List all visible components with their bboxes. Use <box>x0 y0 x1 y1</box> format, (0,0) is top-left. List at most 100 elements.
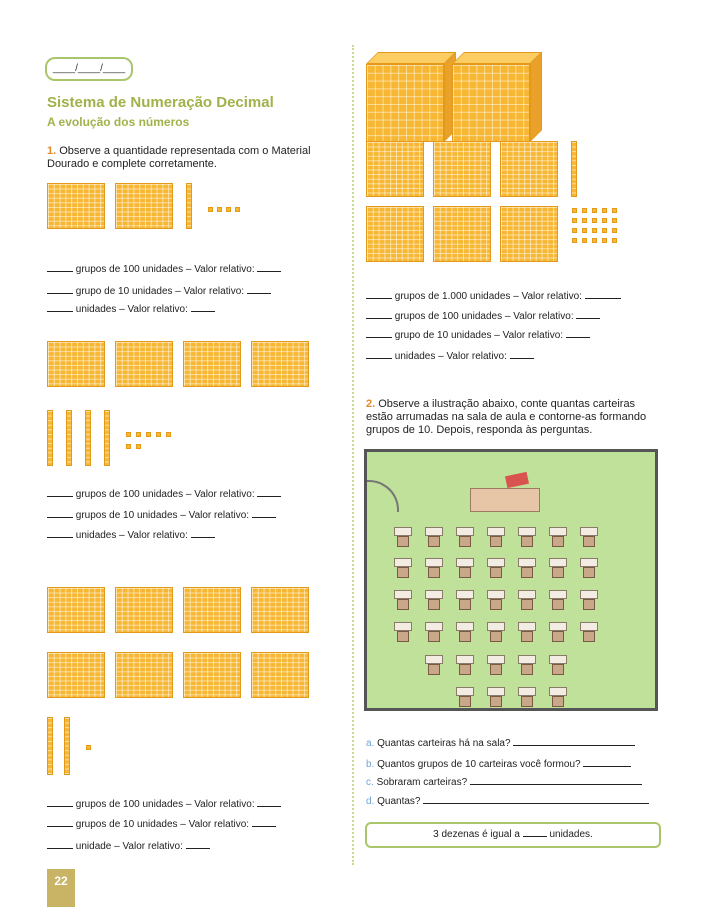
answer-blank[interactable] <box>190 528 215 538</box>
unit-cube <box>226 207 231 212</box>
unit-cube <box>235 207 240 212</box>
student-desk <box>394 558 412 578</box>
line-text: grupos de 1.000 unidades – Valor relativ… <box>394 291 582 302</box>
hundred-flat <box>366 206 424 262</box>
exercise1-text: Observe a quantidade representada com o … <box>47 145 311 170</box>
answer-blank[interactable] <box>47 508 73 518</box>
answer-blank[interactable] <box>366 349 392 359</box>
student-desk <box>549 655 567 675</box>
line-text: grupos de 10 unidades – Valor relativo: <box>75 819 250 830</box>
date-field[interactable]: ____/____/____ <box>45 57 133 81</box>
ten-rod <box>47 410 53 466</box>
answer-blank[interactable] <box>576 309 601 319</box>
answer-blank[interactable] <box>584 289 621 299</box>
student-desk <box>394 527 412 547</box>
answer-blank[interactable] <box>257 797 282 807</box>
group-d-line-4: unidades – Valor relativo: <box>366 349 534 362</box>
answer-blank[interactable] <box>246 284 271 294</box>
line-text: unidade – Valor relativo: <box>75 841 183 852</box>
answer-blank[interactable] <box>366 289 392 299</box>
group-a-line-1: grupos de 100 unidades – Valor relativo: <box>47 262 282 275</box>
student-desk <box>549 558 567 578</box>
ten-rod <box>66 410 72 466</box>
unit-cube <box>156 432 161 437</box>
student-desk <box>580 527 598 547</box>
hundred-flat <box>183 652 241 698</box>
hundred-flat <box>433 206 491 262</box>
answer-blank[interactable] <box>47 487 73 497</box>
question-a: a. Quantas carteiras há na sala? <box>366 736 636 749</box>
book-icon <box>504 471 530 489</box>
answer-blank[interactable] <box>185 839 210 849</box>
hundred-flat <box>500 141 558 197</box>
answer-blank[interactable] <box>257 262 282 272</box>
student-desk <box>425 590 443 610</box>
classroom-illustration <box>364 449 658 711</box>
answer-blank[interactable] <box>565 328 590 338</box>
group-c-line-1: grupos de 100 unidades – Valor relativo: <box>47 797 282 810</box>
student-desk <box>425 622 443 642</box>
line-text: grupos de 100 unidades – Valor relativo: <box>75 489 255 500</box>
unit-cube <box>126 432 131 437</box>
answer-blank[interactable] <box>583 757 632 767</box>
answer-blank[interactable] <box>423 794 650 804</box>
student-desk <box>394 590 412 610</box>
cube-top-face <box>452 52 542 64</box>
line-text: grupo de 10 unidades – Valor relativo: <box>75 286 245 297</box>
unit-cube <box>208 207 213 212</box>
unit-cube <box>217 207 222 212</box>
answer-blank[interactable] <box>257 487 282 497</box>
hundred-flat <box>251 652 309 698</box>
answer-blank[interactable] <box>47 284 73 294</box>
ten-rod <box>186 183 192 229</box>
column-divider <box>352 45 354 865</box>
answer-blank[interactable] <box>366 309 392 319</box>
student-desk <box>580 590 598 610</box>
student-desk <box>518 558 536 578</box>
student-desk <box>549 527 567 547</box>
answer-blank[interactable] <box>513 736 636 746</box>
hundred-flat <box>251 341 309 387</box>
question-d: d. Quantas? <box>366 794 650 807</box>
student-desk <box>518 622 536 642</box>
student-desk <box>487 558 505 578</box>
answer-blank[interactable] <box>47 528 73 538</box>
group-b-line-1: grupos de 100 unidades – Valor relativo: <box>47 487 282 500</box>
page-subtitle: A evolução dos números <box>47 115 190 129</box>
answer-blank[interactable] <box>522 827 547 837</box>
answer-blank[interactable] <box>509 349 534 359</box>
answer-blank[interactable] <box>366 328 392 338</box>
answer-blank[interactable] <box>47 302 73 312</box>
cube-side-face <box>530 52 542 142</box>
answer-blank[interactable] <box>47 839 73 849</box>
student-desk <box>456 622 474 642</box>
exercise1-number: 1. <box>47 145 57 157</box>
student-desk <box>518 687 536 707</box>
answer-blank[interactable] <box>47 797 73 807</box>
student-desk <box>456 655 474 675</box>
unit-cube <box>166 432 171 437</box>
answer-blank[interactable] <box>190 302 215 312</box>
answer-blank[interactable] <box>251 508 276 518</box>
hundred-flat <box>500 206 558 262</box>
student-desk <box>456 527 474 547</box>
group-d-line-2: grupos de 100 unidades – Valor relativo: <box>366 309 601 322</box>
student-desk <box>487 527 505 547</box>
student-desk <box>580 558 598 578</box>
answer-blank[interactable] <box>47 817 73 827</box>
group-a-line-2: grupo de 10 unidades – Valor relativo: <box>47 284 271 297</box>
ten-rod <box>85 410 91 466</box>
student-desk <box>549 687 567 707</box>
exercise2-instruction: 2. Observe a ilustração abaixo, conte qu… <box>366 398 660 437</box>
question-c: c. Sobraram carteiras? <box>366 775 642 788</box>
line-text: grupos de 10 unidades – Valor relativo: <box>75 510 250 521</box>
answer-blank[interactable] <box>47 262 73 272</box>
hundred-flat <box>115 341 173 387</box>
thousand-cube <box>452 64 530 142</box>
line-text: unidades – Valor relativo: <box>75 530 188 541</box>
hundred-flat <box>47 587 105 633</box>
answer-blank[interactable] <box>251 817 276 827</box>
door-icon <box>367 480 399 512</box>
answer-blank[interactable] <box>469 775 642 785</box>
hundred-flat <box>47 183 105 229</box>
